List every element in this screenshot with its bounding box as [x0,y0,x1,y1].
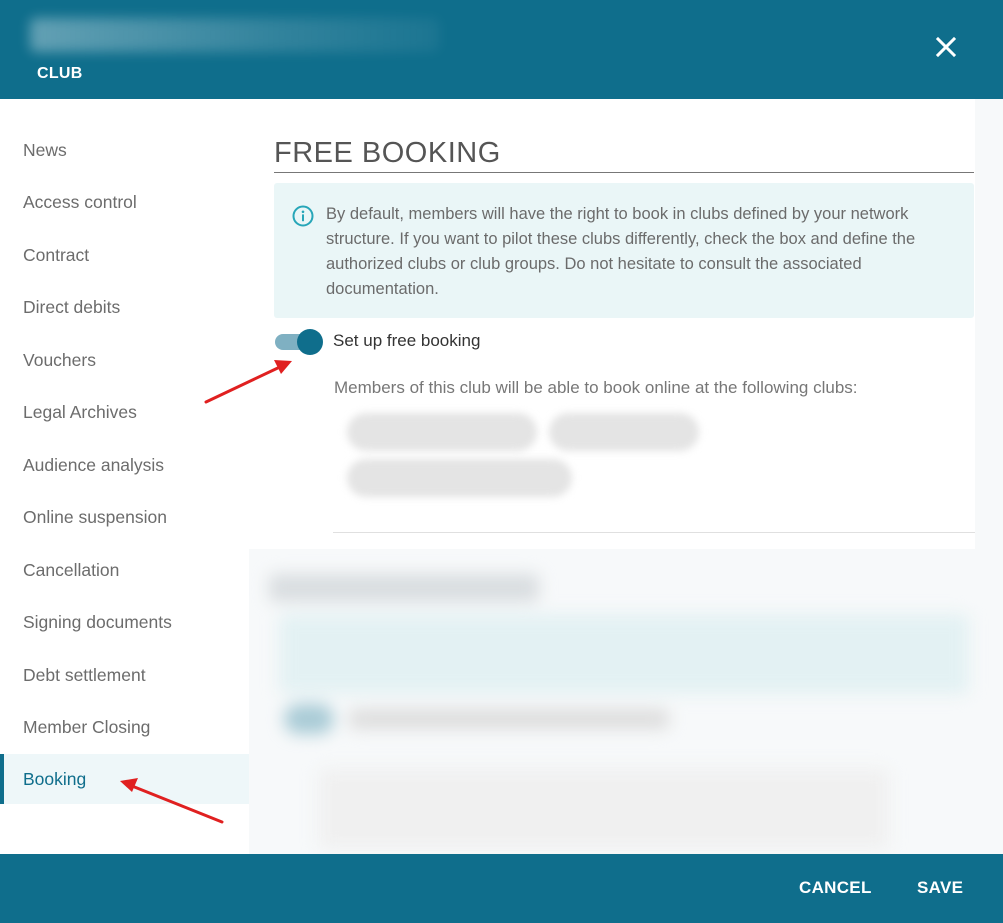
info-circle-icon [292,205,314,227]
info-callout: By default, members will have the right … [274,183,974,318]
sidebar-item-cancellation[interactable]: Cancellation [0,545,249,595]
sidebar-item-member-closing[interactable]: Member Closing [0,702,249,752]
redacted-block [269,574,539,602]
redacted-block [349,709,669,729]
main-content: FREE BOOKING By default, members will ha… [249,99,1003,854]
sidebar-item-access-control[interactable]: Access control [0,177,249,227]
redacted-block [319,769,889,849]
sidebar-item-audience-analysis[interactable]: Audience analysis [0,440,249,490]
club-chip[interactable] [549,413,699,451]
redacted-block [284,704,334,734]
sidebar-item-signing-documents[interactable]: Signing documents [0,597,249,647]
club-chip[interactable] [347,459,572,497]
clubs-description: Members of this club will be able to boo… [334,378,858,397]
free-booking-toggle[interactable] [275,329,323,355]
close-icon[interactable] [930,31,962,63]
dialog-footer: CANCEL SAVE [0,854,1003,923]
toggle-knob [297,329,323,355]
free-booking-panel: FREE BOOKING By default, members will ha… [249,99,975,549]
sidebar-nav: News Access control Contract Direct debi… [0,99,249,854]
sidebar-item-vouchers[interactable]: Vouchers [0,335,249,385]
header-section-label: CLUB [37,65,83,82]
sidebar-item-news[interactable]: News [0,125,249,175]
section-divider [333,532,975,533]
sidebar-item-online-suspension[interactable]: Online suspension [0,492,249,542]
save-button[interactable]: SAVE [917,878,963,898]
sidebar-item-direct-debits[interactable]: Direct debits [0,282,249,332]
sidebar-item-contract[interactable]: Contract [0,230,249,280]
sidebar-item-legal-archives[interactable]: Legal Archives [0,387,249,437]
redacted-block [279,614,969,694]
cancel-button[interactable]: CANCEL [799,878,872,898]
info-text: By default, members will have the right … [326,205,916,298]
sidebar-item-booking[interactable]: Booking [0,754,249,804]
club-chip[interactable] [347,413,537,451]
toggle-label: Set up free booking [333,331,481,350]
redacted-section [259,554,975,854]
page-title: FREE BOOKING [274,137,974,173]
close-icon-svg [935,36,957,58]
redacted-club-name [30,18,440,52]
dialog-header: CLUB [0,0,1003,99]
sidebar-item-debt-settlement[interactable]: Debt settlement [0,650,249,700]
